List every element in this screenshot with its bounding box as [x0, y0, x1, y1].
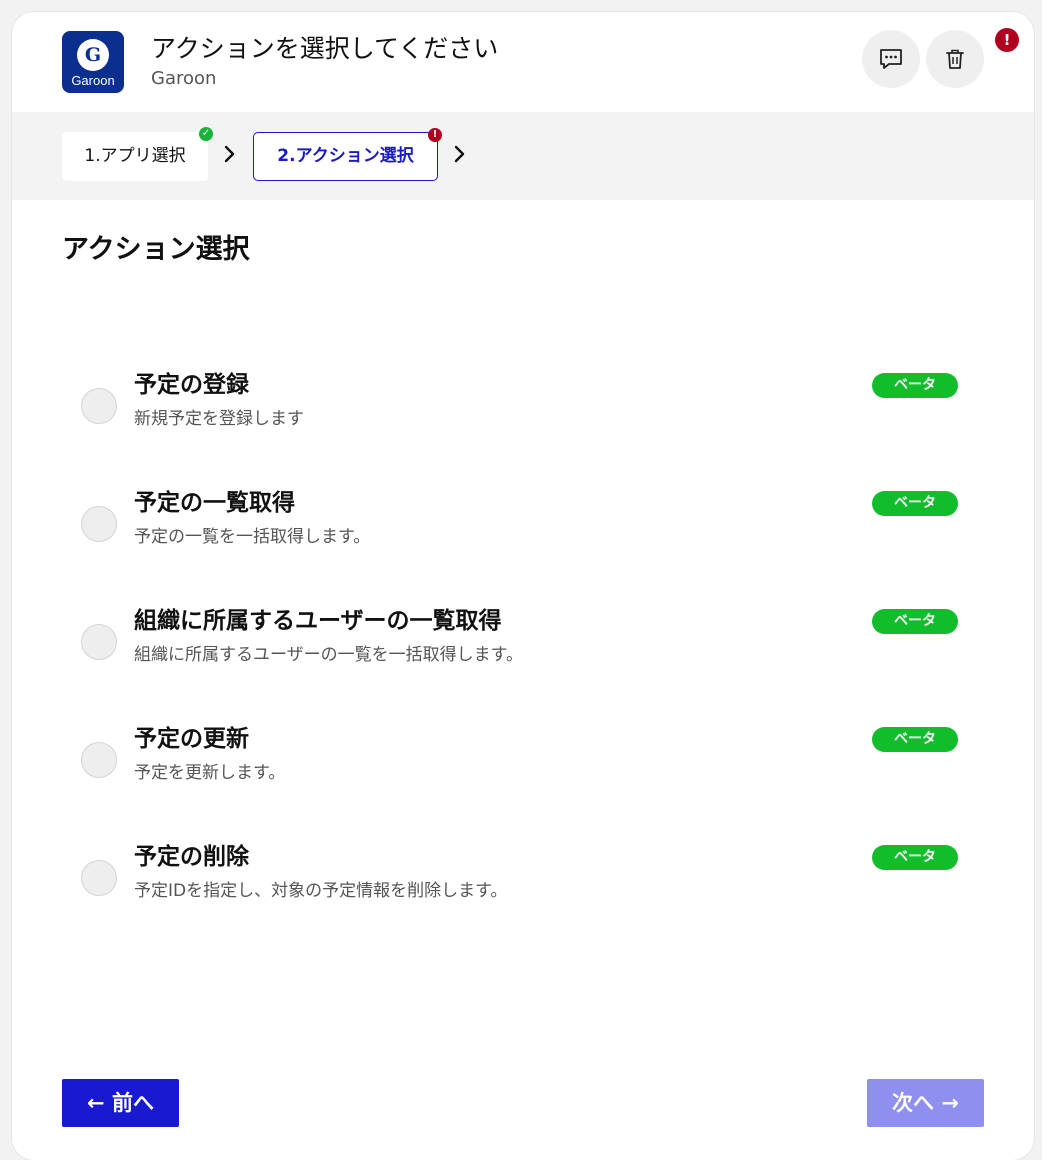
- action-description: 予定の一覧を一括取得します。: [134, 527, 371, 547]
- step-progress-bar: 1.アプリ選択 ✓ 2.アクション選択 !: [12, 112, 1034, 200]
- action-name: 予定の登録: [134, 372, 249, 398]
- action-description: 組織に所属するユーザーの一覧を一括取得します。: [134, 645, 523, 665]
- beta-badge: ベータ: [872, 609, 958, 634]
- radio-button[interactable]: [81, 860, 117, 896]
- action-option-delete-event[interactable]: 予定の削除 予定IDを指定し、対象の予定情報を削除します。 ベータ: [12, 842, 1034, 942]
- radio-button[interactable]: [81, 742, 117, 778]
- action-select-dialog: G Garoon アクションを選択してください Garoon ! 1.アプリ選択…: [12, 12, 1034, 1160]
- logo-letter: G: [77, 39, 109, 71]
- garoon-logo: G Garoon: [62, 31, 124, 93]
- action-option-create-event[interactable]: 予定の登録 新規予定を登録します ベータ: [12, 370, 1034, 470]
- dialog-subtitle: Garoon: [151, 68, 217, 89]
- dialog-header: G Garoon アクションを選択してください Garoon !: [12, 12, 1034, 112]
- chevron-right-icon: [224, 145, 235, 163]
- check-icon: ✓: [199, 127, 213, 141]
- radio-button[interactable]: [81, 388, 117, 424]
- action-description: 予定を更新します。: [134, 763, 286, 783]
- section-title: アクション選択: [62, 234, 250, 265]
- step-label: 1.アプリ選択: [84, 146, 186, 166]
- chevron-right-icon: [454, 145, 465, 163]
- beta-badge: ベータ: [872, 491, 958, 516]
- action-description: 新規予定を登録します: [134, 409, 304, 429]
- radio-button[interactable]: [81, 506, 117, 542]
- action-name: 組織に所属するユーザーの一覧取得: [134, 608, 502, 634]
- step-app-select[interactable]: 1.アプリ選択 ✓: [62, 127, 213, 181]
- radio-button[interactable]: [81, 624, 117, 660]
- action-name: 予定の削除: [134, 844, 249, 870]
- action-name: 予定の更新: [134, 726, 249, 752]
- action-option-list-org-users[interactable]: 組織に所属するユーザーの一覧取得 組織に所属するユーザーの一覧を一括取得します。…: [12, 606, 1034, 706]
- beta-badge: ベータ: [872, 727, 958, 752]
- previous-button[interactable]: ← 前へ: [62, 1079, 179, 1127]
- comment-button[interactable]: [862, 30, 920, 88]
- action-option-list-events[interactable]: 予定の一覧取得 予定の一覧を一括取得します。 ベータ: [12, 488, 1034, 588]
- beta-badge: ベータ: [872, 373, 958, 398]
- alert-badge: !: [995, 28, 1019, 52]
- action-name: 予定の一覧取得: [134, 490, 295, 516]
- comment-icon: [880, 49, 902, 69]
- step-action-select[interactable]: 2.アクション選択 !: [253, 128, 442, 181]
- delete-button[interactable]: [926, 30, 984, 88]
- step-label: 2.アクション選択: [277, 146, 414, 166]
- trash-icon: [946, 49, 964, 69]
- dialog-title: アクションを選択してください: [151, 34, 499, 63]
- next-button[interactable]: 次へ →: [867, 1079, 984, 1127]
- action-option-update-event[interactable]: 予定の更新 予定を更新します。 ベータ: [12, 724, 1034, 824]
- logo-text: Garoon: [71, 73, 115, 88]
- beta-badge: ベータ: [872, 845, 958, 870]
- action-description: 予定IDを指定し、対象の予定情報を削除します。: [134, 881, 508, 901]
- error-icon: !: [428, 128, 442, 142]
